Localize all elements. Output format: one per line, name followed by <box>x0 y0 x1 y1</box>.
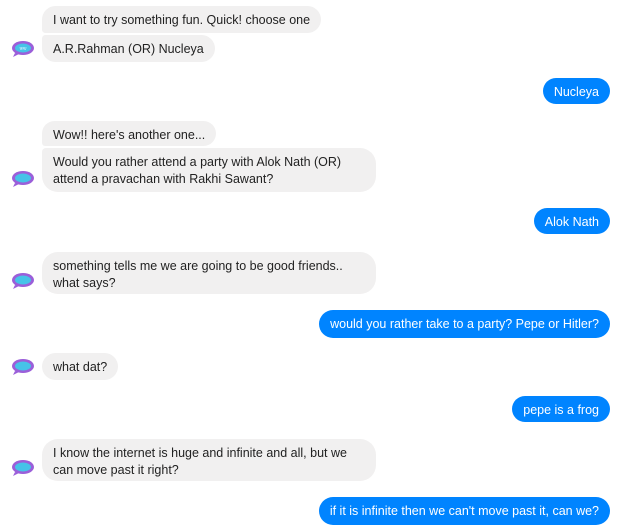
svg-text:ꮃꮃ: ꮃꮃ <box>20 46 27 52</box>
message-text-line: what says? <box>53 276 116 290</box>
message-text: what dat? <box>53 360 108 374</box>
user-message: if it is infinite then we can't move pas… <box>318 497 610 525</box>
message-text: Alok Nath <box>544 215 599 229</box>
bot-message: Wow!! here's another one... <box>42 121 217 146</box>
message-text-line: I know the internet is huge and infinite… <box>53 446 347 460</box>
bot-avatar <box>11 170 35 187</box>
bot-message: I know the internet is huge and infinite… <box>42 439 376 481</box>
bot-logo-icon <box>12 359 34 375</box>
bot-message: A.R.Rahman (OR) Nucleya <box>42 35 215 62</box>
user-message: Alok Nath <box>533 208 610 234</box>
message-text-line: can move past it right? <box>53 463 179 477</box>
bot-logo-icon <box>12 273 34 289</box>
bot-message: something tells me we are going to be go… <box>42 252 376 294</box>
message-text: pepe is a frog <box>523 403 599 417</box>
chat-window: { "colors": { "bot_bubble": "#f1f0f0", "… <box>0 0 636 526</box>
bot-avatar <box>11 272 35 289</box>
message-text-line: attend a pravachan with Rakhi Sawant? <box>53 172 274 186</box>
message-text: A.R.Rahman (OR) Nucleya <box>53 42 204 56</box>
message-text-line: Would you rather attend a party with Alo… <box>53 155 342 169</box>
message-text-line: something tells me we are going to be go… <box>53 259 343 273</box>
message-text: Nucleya <box>553 85 599 99</box>
message-text: would you rather take to a party? Pepe o… <box>330 317 599 331</box>
bot-avatar: ꮃꮃ <box>11 40 35 57</box>
bot-avatar <box>11 358 35 375</box>
message-text: I want to try something fun. Quick! choo… <box>53 13 311 27</box>
bot-message: Would you rather attend a party with Alo… <box>42 148 376 192</box>
message-text: Wow!! here's another one... <box>53 128 206 142</box>
user-message: Nucleya <box>542 78 610 104</box>
message-text: if it is infinite then we can't move pas… <box>329 504 599 518</box>
bot-logo-icon <box>12 171 34 187</box>
user-message: pepe is a frog <box>512 396 610 422</box>
bot-message: what dat? <box>42 353 119 380</box>
bot-logo-icon: ꮃꮃ <box>12 41 34 57</box>
user-message: would you rather take to a party? Pepe o… <box>319 310 610 338</box>
bot-avatar <box>11 459 35 476</box>
bot-logo-icon <box>12 460 34 476</box>
bot-message: I want to try something fun. Quick! choo… <box>42 6 322 33</box>
